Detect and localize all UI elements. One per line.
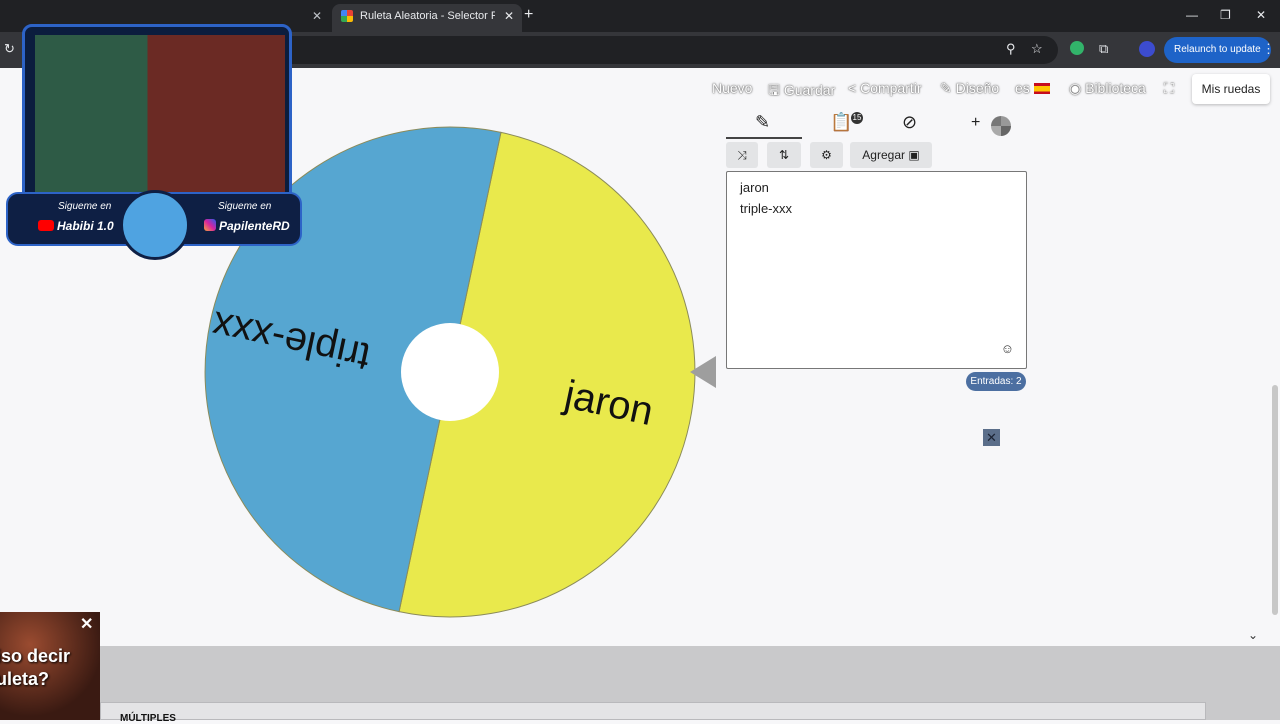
entry-line: triple-xxx <box>740 201 793 216</box>
nav-guardar[interactable]: 🖫 Guardar <box>768 80 835 104</box>
entries-textarea[interactable]: jaron triple-xxx ☺ <box>726 171 1027 369</box>
zoom-icon[interactable]: ⚲ <box>1006 41 1016 57</box>
nav-language-label: es <box>1015 80 1030 96</box>
active-tab-underline <box>726 137 802 139</box>
window-close-icon[interactable]: ✕ <box>1256 8 1266 22</box>
menu-kebab-icon[interactable]: ⋮ <box>1262 41 1275 57</box>
add-image-label: Agregar <box>862 148 905 162</box>
add-image-button[interactable]: Agregar ▣ <box>850 142 932 168</box>
nav-diseno[interactable]: ✎ Diseño <box>940 80 999 97</box>
edit-pencil-icon[interactable]: ✎ <box>755 112 770 133</box>
emoji-smile-icon[interactable]: ☺ <box>1001 341 1014 356</box>
editor-tabs: ✎ 📋 ⊘ + <box>726 112 1026 140</box>
wheel-center-hub[interactable] <box>401 323 499 421</box>
webcam-overlay: Sigueme en Habibi 1.0 Sigueme en Papilen… <box>6 14 302 264</box>
clipboard-results-icon[interactable]: 📋 <box>830 112 852 133</box>
social-left-handle: Habibi 1.0 <box>38 219 114 233</box>
sort-icon: ⇅ <box>778 148 790 162</box>
youtube-handle: Habibi 1.0 <box>57 219 114 233</box>
library-icon: ◉ <box>1069 80 1086 96</box>
close-icon[interactable]: ✕ <box>504 4 514 28</box>
favicon-icon <box>341 10 353 22</box>
wheel-pointer <box>690 356 716 388</box>
star-icon[interactable]: ☆ <box>1031 41 1043 57</box>
nav-compartir-label: Compartir <box>860 80 922 96</box>
social-right-caption: Sigueme en <box>218 201 272 212</box>
entries-count-badge: Entradas: 2 <box>966 372 1026 391</box>
chevron-down-icon[interactable]: ⌄ <box>1248 628 1258 642</box>
my-wheels-button[interactable]: Mis ruedas <box>1192 74 1270 104</box>
results-count-badge: 15 <box>851 112 863 124</box>
nav-compartir[interactable]: < Compartir <box>848 80 922 96</box>
nav-guardar-label: Guardar <box>783 82 836 98</box>
nav-language[interactable]: es <box>1015 80 1050 96</box>
webcam-frame <box>22 24 292 216</box>
page-scrollbar[interactable] <box>1272 385 1278 615</box>
browser-tab-active[interactable]: Ruleta Aleatoria - Selector Person ✕ <box>332 4 522 32</box>
shuffle-button[interactable]: ⤨ <box>726 142 758 168</box>
sort-button[interactable]: ⇅ <box>767 142 801 168</box>
close-icon[interactable]: ✕ <box>312 4 322 28</box>
maximize-icon[interactable]: ❐ <box>1220 8 1231 22</box>
relaunch-button[interactable]: Relaunch to update <box>1164 37 1271 63</box>
settings-button[interactable]: ⚙ <box>810 142 843 168</box>
info-card-title: MÚLTIPLES <box>120 713 176 724</box>
nav-biblioteca[interactable]: ◉ Biblioteca <box>1069 80 1146 97</box>
youtube-icon <box>38 220 54 231</box>
fullscreen-icon[interactable]: ⛶ <box>1164 80 1174 97</box>
pencil-icon: ✎ <box>940 80 956 96</box>
nav-diseno-label: Diseño <box>955 80 1000 96</box>
save-icon: 🖫 <box>768 82 784 98</box>
new-tab-plus-icon[interactable]: + <box>524 6 533 24</box>
ad-caption: iso decir uleta? <box>0 646 71 689</box>
close-icon[interactable]: ✕ <box>80 614 93 634</box>
add-wheel-plus-icon[interactable]: + <box>971 114 980 132</box>
minimize-icon[interactable]: — <box>1186 8 1198 22</box>
entry-line: jaron <box>740 180 769 195</box>
social-right-handle: PapilenteRD <box>204 219 290 233</box>
hide-eye-icon[interactable]: ⊘ <box>902 112 917 133</box>
wheel-pie-icon[interactable] <box>991 116 1011 136</box>
nav-biblioteca-label: Biblioteca <box>1085 80 1146 96</box>
gear-icon: ⚙ <box>821 148 832 162</box>
close-icon[interactable]: ✕ <box>983 429 1000 446</box>
instagram-icon <box>204 219 216 231</box>
instagram-handle: PapilenteRD <box>219 219 290 233</box>
nav-nuevo[interactable]: Nuevo <box>712 80 752 96</box>
video-ad-thumbnail[interactable]: iso decir uleta? ✕ <box>0 612 100 720</box>
info-card <box>100 702 1206 720</box>
share-icon: < <box>848 80 861 96</box>
extension-icon[interactable] <box>1070 41 1084 55</box>
spain-flag-icon <box>1033 83 1050 94</box>
tab-title: Ruleta Aleatoria - Selector Person <box>360 10 495 22</box>
social-left-caption: Sigueme en <box>58 201 112 212</box>
webcam-video <box>35 35 285 207</box>
image-icon: ▣ <box>908 148 920 162</box>
profile-avatar[interactable] <box>1139 41 1155 57</box>
extensions-icon[interactable]: ⧉ <box>1099 41 1108 57</box>
cartoon-avatar <box>120 190 190 260</box>
shuffle-icon: ⤨ <box>737 148 747 162</box>
